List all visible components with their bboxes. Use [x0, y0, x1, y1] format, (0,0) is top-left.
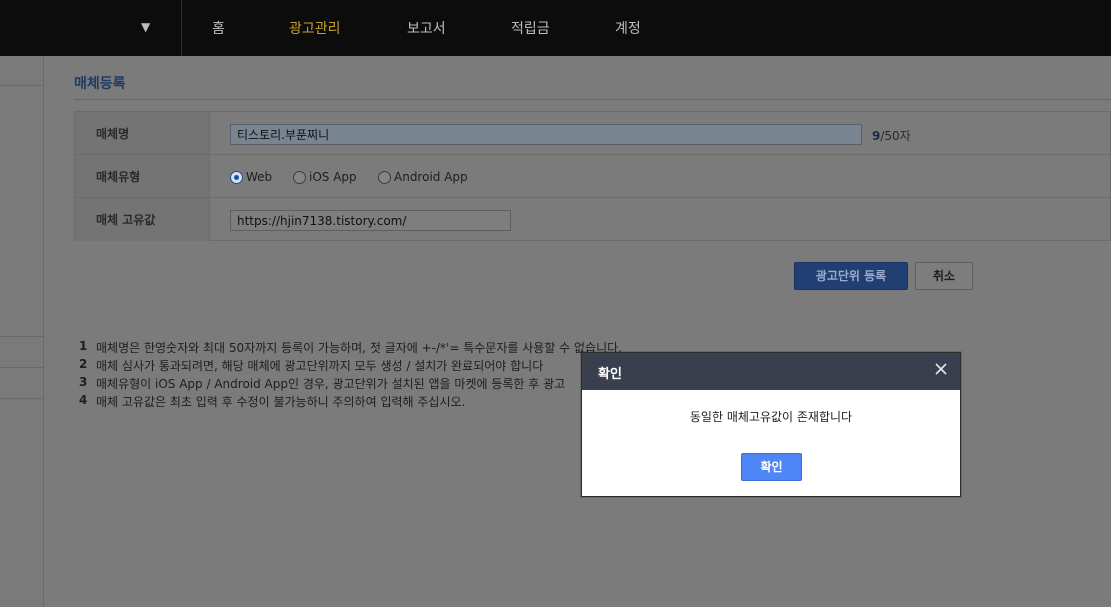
confirm-dialog: 확인 동일한 매체고유값이 존재합니다 확인 [581, 352, 961, 497]
form-row-type: 매체유형 Web iOS App Android App [75, 155, 1111, 198]
notice-number: 1 [79, 339, 88, 353]
form-row-uid: 매체 고유값 [75, 198, 1111, 241]
nav-item-points[interactable]: 적립금 [511, 18, 550, 38]
radio-android-app[interactable]: Android App [378, 169, 468, 185]
media-name-label: 매체명 [75, 112, 210, 154]
dialog-header: 확인 [582, 353, 960, 390]
notice-text: 매체 고유값은 최초 입력 후 수정이 불가능하니 주의하여 입력해 주십시오. [96, 395, 466, 409]
name-char-max: /50자 [880, 129, 911, 143]
media-uid-label: 매체 고유값 [75, 198, 210, 241]
notice-number: 3 [79, 375, 88, 389]
media-type-label: 매체유형 [75, 155, 210, 197]
main-content: 매체등록 매체명 9/50자 매체유형 Web iOS App Android … [44, 56, 1111, 607]
dialog-ok-button[interactable]: 확인 [741, 453, 802, 481]
register-ad-unit-button[interactable]: 광고단위 등록 [794, 262, 908, 290]
top-nav-bar: ▼ 홈 광고관리 보고서 적립금 계정 [0, 0, 1111, 56]
notice-text: 매체명은 한영숫자와 최대 50자까지 등록이 가능하며, 첫 글자에 +-/*… [96, 341, 622, 355]
media-name-input[interactable] [230, 124, 862, 145]
sidebar-divider [0, 336, 43, 337]
nav-item-reports[interactable]: 보고서 [407, 18, 446, 38]
notice-text: 매체 심사가 통과되려면, 해당 매체에 광고단위까지 모두 생성 / 설치가 … [96, 359, 544, 373]
radio-android-app-indicator[interactable] [378, 170, 391, 184]
name-char-counter: 9/50자 [872, 127, 911, 144]
sidebar-divider [0, 367, 43, 368]
form-row-name: 매체명 9/50자 [75, 112, 1111, 155]
notice-item: 2 매체 심사가 통과되려면, 해당 매체에 광고단위까지 모두 생성 / 설치가… [79, 357, 622, 375]
notice-number: 2 [79, 357, 88, 371]
caret-down-icon[interactable]: ▼ [141, 20, 150, 34]
sidebar [0, 56, 44, 607]
dialog-title: 확인 [598, 367, 622, 382]
radio-ios-app-indicator[interactable] [293, 170, 306, 184]
nav-item-home[interactable]: 홈 [212, 18, 225, 38]
notice-item: 4 매체 고유값은 최초 입력 후 수정이 불가능하니 주의하여 입력해 주십시오… [79, 393, 622, 411]
radio-ios-app[interactable]: iOS App [293, 169, 357, 185]
nav-item-account[interactable]: 계정 [615, 18, 641, 38]
dialog-message: 동일한 매체고유값이 존재합니다 [689, 410, 853, 424]
radio-web[interactable]: Web [230, 169, 272, 185]
notice-item: 3 매체유형이 iOS App / Android App인 경우, 광고단위가 … [79, 375, 622, 393]
radio-web-label: Web [246, 170, 273, 184]
media-uid-input[interactable] [230, 210, 511, 231]
close-icon[interactable] [933, 361, 949, 377]
sidebar-divider [0, 85, 43, 86]
radio-android-app-label: Android App [394, 170, 468, 184]
radio-ios-app-label: iOS App [309, 170, 357, 184]
nav-divider [181, 0, 182, 56]
radio-web-indicator[interactable] [230, 170, 243, 184]
notice-item: 1 매체명은 한영숫자와 최대 50자까지 등록이 가능하며, 첫 글자에 +-/… [79, 339, 622, 357]
nav-item-ad-management[interactable]: 광고관리 [289, 18, 341, 38]
cancel-button[interactable]: 취소 [915, 262, 973, 290]
media-form: 매체명 9/50자 매체유형 Web iOS App Android App 매… [74, 111, 1111, 241]
notice-list: 1 매체명은 한영숫자와 최대 50자까지 등록이 가능하며, 첫 글자에 +-/… [79, 339, 622, 411]
notice-text: 매체유형이 iOS App / Android App인 경우, 광고단위가 설… [96, 377, 566, 391]
notice-number: 4 [79, 393, 88, 407]
title-divider [74, 99, 1111, 100]
sidebar-divider [0, 398, 43, 399]
page-title: 매체등록 [74, 76, 126, 92]
